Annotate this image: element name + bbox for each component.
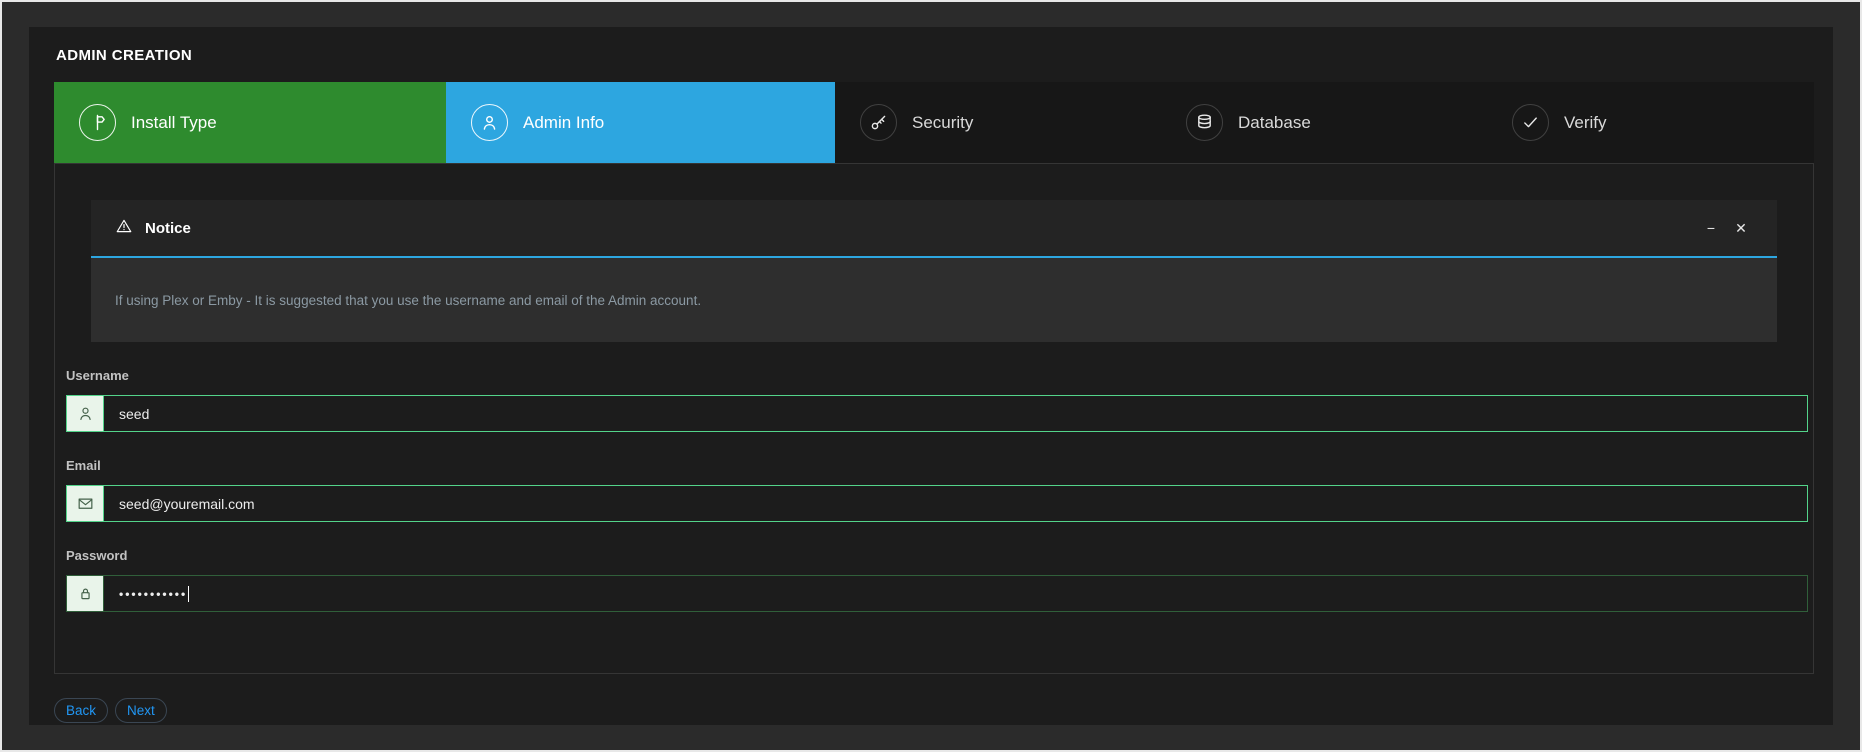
notice-text: If using Plex or Emby - It is suggested … — [115, 293, 701, 308]
minimize-icon[interactable]: − — [1703, 221, 1719, 235]
database-icon — [1186, 104, 1223, 141]
email-field-group: Email seed@youremail.com — [66, 458, 1808, 522]
tab-label: Database — [1238, 113, 1311, 133]
notice-panel: Notice − ✕ If using Plex or Emby - It is… — [91, 200, 1777, 342]
password-label: Password — [66, 548, 1808, 563]
password-field-group: Password ••••••••••• — [66, 548, 1808, 612]
email-label: Email — [66, 458, 1808, 473]
envelope-icon — [67, 486, 104, 521]
admin-info-form: Username seed Email — [66, 368, 1808, 612]
tab-database[interactable]: Database — [1161, 82, 1487, 163]
username-label: Username — [66, 368, 1808, 383]
tab-admin-info[interactable]: Admin Info — [446, 82, 835, 163]
tab-label: Security — [912, 113, 973, 133]
notice-header: Notice − ✕ — [91, 200, 1777, 258]
back-button[interactable]: Back — [54, 698, 108, 723]
email-value: seed@youremail.com — [104, 486, 1807, 521]
wizard-tab-bar: Install Type Admin Info Security — [54, 82, 1814, 163]
check-icon — [1512, 104, 1549, 141]
tab-panel-admin-info: Notice − ✕ If using Plex or Emby - It is… — [54, 163, 1814, 674]
tab-verify[interactable]: Verify — [1487, 82, 1814, 163]
email-input[interactable]: seed@youremail.com — [66, 485, 1808, 522]
setup-card: ADMIN CREATION Install Type Admin Info — [29, 27, 1833, 725]
notice-body: If using Plex or Emby - It is suggested … — [91, 258, 1777, 342]
lock-icon — [67, 576, 104, 611]
user-icon — [67, 396, 104, 431]
tab-label: Verify — [1564, 113, 1607, 133]
wizard-actions: Back Next — [54, 698, 167, 723]
notice-title: Notice — [145, 220, 191, 237]
next-button[interactable]: Next — [115, 698, 167, 723]
tab-install-type[interactable]: Install Type — [54, 82, 446, 163]
password-input[interactable]: ••••••••••• — [66, 575, 1808, 612]
user-icon — [471, 104, 508, 141]
page-title: ADMIN CREATION — [56, 47, 192, 64]
screen: ADMIN CREATION Install Type Admin Info — [0, 0, 1862, 752]
username-input[interactable]: seed — [66, 395, 1808, 432]
username-field-group: Username seed — [66, 368, 1808, 432]
tab-label: Install Type — [131, 113, 217, 133]
password-masked-value: ••••••••••• — [119, 587, 187, 601]
tab-security[interactable]: Security — [835, 82, 1161, 163]
warning-icon — [115, 217, 133, 240]
key-icon — [860, 104, 897, 141]
username-value: seed — [104, 396, 1807, 431]
close-icon[interactable]: ✕ — [1733, 221, 1749, 235]
text-caret — [188, 586, 189, 602]
tab-label: Admin Info — [523, 113, 604, 133]
signpost-icon — [79, 104, 116, 141]
